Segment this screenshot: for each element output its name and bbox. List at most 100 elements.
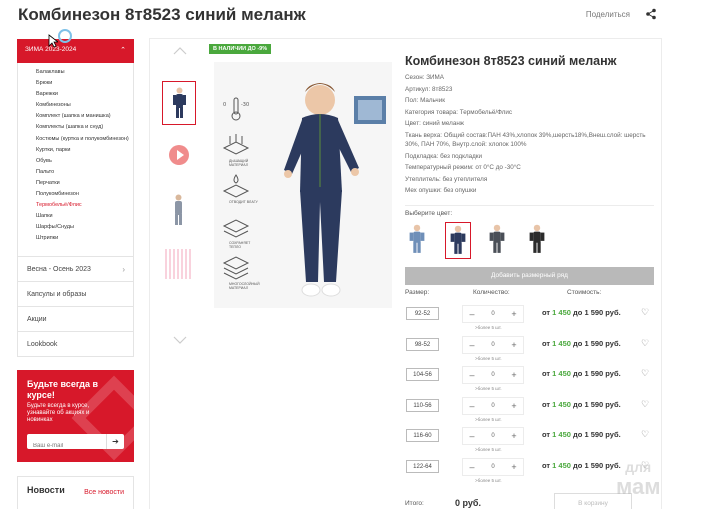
sidebar-subcategory-item[interactable]: Костюмы (куртка и полукомбинезон) — [36, 134, 133, 145]
sidebar-subcategory-item[interactable]: Балаклавы — [36, 67, 133, 78]
stock-hint: >более 5 шт. — [475, 355, 502, 361]
spec-line: Ткань верха: Общий состав:ПАН 43%,хлопок… — [405, 131, 646, 148]
minus-icon[interactable]: – — [463, 367, 481, 383]
product-specs: Сезон: ЗИМА Артикул: 8т8523 Пол: Мальчик Ка… — [405, 72, 651, 197]
price-range: от 1 450 до 1 590 руб. — [542, 430, 621, 439]
minus-icon[interactable]: – — [463, 306, 481, 322]
price-range: от 1 450 до 1 590 руб. — [542, 369, 621, 378]
subcategory-list: Балаклавы Брюки Варежки Комбинезоны Комплект… — [18, 67, 133, 245]
size-row: 104-56–0 + >более 5 шт. от 1 450 до 1 590 р… — [405, 366, 654, 391]
heart-icon[interactable]: ♡ — [641, 368, 649, 379]
sidebar: ЗИМА 2023-2024 ⌃ Балаклавы Брюки Варежки Ко… — [17, 39, 134, 357]
quantity-value[interactable]: 0 — [481, 306, 505, 322]
sidebar-subcategory-item[interactable]: Пальто — [36, 167, 133, 178]
sidebar-menu-item[interactable]: Акции — [17, 307, 134, 332]
sidebar-menu-item[interactable]: Lookbook — [17, 332, 134, 357]
sidebar-subcategory-item[interactable]: Комплекты (шапка и снуд) — [36, 122, 133, 133]
quantity-stepper: –0 + — [462, 427, 524, 445]
share-icon[interactable] — [644, 8, 658, 20]
sidebar-menu-item[interactable]: Капсулы и образы — [17, 282, 134, 307]
sidebar-category-header[interactable]: ЗИМА 2023-2024 ⌃ — [17, 39, 134, 63]
quantity-stepper: –0 + — [462, 457, 524, 476]
price-prefix: от — [542, 308, 553, 317]
spec-line: Сезон: ЗИМА — [405, 74, 444, 81]
email-field[interactable] — [27, 438, 102, 454]
quantity-value[interactable]: 0 — [481, 398, 505, 414]
quantity-stepper: –0 + — [462, 335, 524, 354]
size-label: 104-56 — [406, 368, 439, 381]
plus-icon[interactable]: + — [505, 306, 523, 322]
thermometer-icon: 0 -30 — [220, 96, 268, 132]
color-swatch[interactable] — [485, 222, 511, 259]
sidebar-subcategory-item[interactable]: Штрипки — [36, 233, 133, 244]
thumbnail-size-chart[interactable] — [162, 243, 196, 287]
minus-icon[interactable]: – — [463, 398, 481, 414]
sidebar-menu-item[interactable]: Весна - Осень 2023 › — [17, 257, 134, 282]
add-size-chart-button[interactable]: Добавить размерный ряд — [405, 267, 654, 285]
minus-icon[interactable]: – — [463, 337, 481, 353]
svg-text:-30: -30 — [241, 102, 249, 108]
sidebar-subcategory-item[interactable]: Полукомбинезон — [36, 189, 133, 200]
color-swatches — [405, 222, 565, 259]
feature-icons: 0 -30 ДЫШАЩИЙ МАТЕРИАЛ ОТВОДИТ ВЛАГУ СОХР… — [220, 96, 268, 296]
plus-icon[interactable]: + — [505, 367, 523, 383]
sidebar-subcategory-item[interactable]: Комбинезоны — [36, 100, 133, 111]
spec-line: Утеплитель: без утеплителя — [405, 175, 488, 183]
sidebar-subcategory-item[interactable]: Брюки — [36, 78, 133, 89]
plus-icon[interactable]: + — [505, 459, 523, 475]
minus-icon[interactable]: – — [463, 459, 481, 475]
quantity-value[interactable]: 0 — [481, 428, 505, 444]
chevron-up-icon[interactable] — [173, 47, 187, 55]
sidebar-subcategory-item[interactable]: Обувь — [36, 156, 133, 167]
plus-icon[interactable]: + — [505, 428, 523, 444]
size-label: 116-60 — [406, 429, 439, 442]
sidebar-subcategory-item[interactable]: Комплект (шапка и манишка) — [36, 111, 133, 122]
thumbnail-photo[interactable] — [162, 81, 196, 125]
price-max: до 1 590 руб. — [570, 369, 621, 378]
all-news-link[interactable]: Все новости — [84, 489, 124, 496]
color-swatch[interactable] — [445, 222, 471, 259]
sidebar-menu-label: Весна - Осень 2023 — [27, 266, 91, 273]
heart-icon[interactable]: ♡ — [641, 429, 649, 440]
product-title: Комбинезон 8т8523 синий меланж — [405, 54, 617, 68]
color-swatch[interactable] — [405, 222, 431, 259]
chevron-down-icon[interactable] — [173, 336, 187, 344]
price-range: от 1 450 до 1 590 руб. — [542, 339, 621, 348]
feature-label: МНОГОСЛОЙНЫЙ МАТЕРИАЛ — [229, 282, 260, 290]
size-row: 98-52 –0 + >более 5 шт. от 1 450 до 1 590 ру… — [405, 335, 654, 361]
sidebar-subcategory-item[interactable]: Варежки — [36, 89, 133, 100]
arrow-right-icon[interactable]: ➔ — [106, 434, 124, 449]
size-row: 92-52–0 + >более 5 шт. от 1 450 до 1 590 ру… — [405, 305, 654, 330]
price-prefix: от — [542, 338, 553, 348]
plus-icon[interactable]: + — [505, 337, 523, 353]
color-swatch[interactable] — [525, 222, 551, 259]
quantity-value[interactable]: 0 — [481, 337, 505, 353]
sidebar-subcategory-item[interactable]: Шапки — [36, 211, 133, 222]
quantity-value[interactable]: 0 — [481, 459, 505, 475]
sidebar-subcategory-item[interactable]: Перчатки — [36, 178, 133, 189]
share-link[interactable]: Поделиться — [586, 10, 630, 19]
mouse-cursor-icon — [48, 34, 58, 48]
plus-icon[interactable]: + — [505, 398, 523, 414]
heart-icon[interactable]: ♡ — [641, 399, 649, 410]
heart-icon[interactable]: ♡ — [641, 338, 649, 349]
price-min: 1 450 — [552, 369, 571, 378]
feature-label: СОХРАНЯЕТ ТЕПЛО — [229, 241, 251, 249]
promo-text: Будьте всегда в курсе, узнавайте об акци… — [27, 403, 90, 423]
sidebar-subcategory-item[interactable]: Термобельё/Флис — [36, 200, 133, 211]
thumbnail-video[interactable] — [162, 135, 196, 179]
heart-icon[interactable]: ♡ — [641, 307, 649, 318]
sidebar-subcategory-item[interactable]: Куртки, парки — [36, 145, 133, 156]
size-row: 110-56 –0 + >более 5 шт. от 1 450 до 1 590 р… — [405, 396, 654, 422]
minus-icon[interactable]: – — [463, 428, 481, 444]
thumbnail-photo[interactable] — [162, 189, 196, 233]
loading-ring-icon — [58, 29, 72, 43]
subcategory-panel: Балаклавы Брюки Варежки Комбинезоны Комплект… — [17, 63, 134, 257]
size-row: 116-60–0 + >более 5 шт. от 1 450 до 1 590 р… — [405, 427, 654, 452]
quantity-value[interactable]: 0 — [481, 367, 505, 383]
sidebar-menu-label: Капсулы и образы — [27, 291, 87, 298]
warmth-icon: СОХРАНЯЕТ ТЕПЛО — [220, 214, 268, 255]
chevron-right-icon: › — [122, 265, 125, 274]
sidebar-subcategory-item[interactable]: Шарфы/Снуды — [36, 222, 133, 233]
stock-badge: В НАЛИЧИИ ДО -9% — [209, 44, 272, 54]
